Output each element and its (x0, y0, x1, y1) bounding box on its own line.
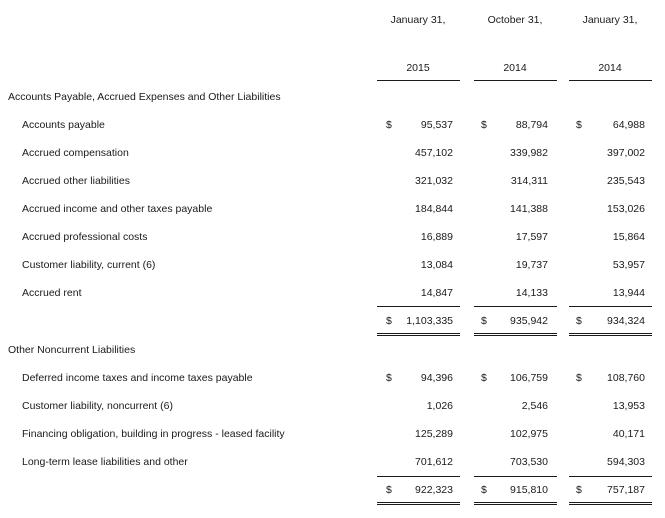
total-cell: 757,187 (607, 484, 645, 496)
section-title: Other Noncurrent Liabilities (8, 344, 136, 356)
value-cell: 184,844 (415, 203, 453, 215)
row-label: Accrued rent (22, 287, 82, 299)
value-cell: 40,171 (612, 428, 645, 440)
header-underline-1 (377, 80, 460, 81)
col-header-3-line2: 2014 (598, 62, 622, 74)
value-cell: 594,303 (607, 456, 645, 468)
row-label: Accrued income and other taxes payable (22, 203, 213, 215)
financial-statement: { "header": { "columns": [ {"line1": "Ja… (0, 0, 665, 518)
header-underline-3 (569, 80, 652, 81)
total-double-rule-2 (474, 502, 557, 505)
total-double-rule-1 (377, 333, 460, 336)
col-header-2-line2: 2014 (503, 62, 527, 74)
total-double-rule-3 (569, 333, 652, 336)
value-cell: 1,026 (426, 400, 453, 412)
subtotal-rule-3 (569, 306, 652, 307)
value-cell: 17,597 (515, 231, 548, 243)
section-title: Accounts Payable, Accrued Expenses and O… (8, 91, 281, 103)
row-label: Deferred income taxes and income taxes p… (22, 372, 253, 384)
row-label: Long-term lease liabilities and other (22, 456, 188, 468)
row-label: Accrued other liabilities (22, 175, 130, 187)
value-cell: 13,084 (420, 259, 453, 271)
total-double-rule-3 (569, 502, 652, 505)
subtotal-rule-2 (474, 306, 557, 307)
row-label: Accrued professional costs (22, 231, 148, 243)
value-cell: 457,102 (415, 147, 453, 159)
value-cell: 701,612 (415, 456, 453, 468)
value-cell: 94,396 (420, 372, 453, 384)
value-cell: 53,957 (612, 259, 645, 271)
total-double-rule-2 (474, 333, 557, 336)
value-cell: 141,388 (510, 203, 548, 215)
header-underline-2 (474, 80, 557, 81)
value-cell: 314,311 (510, 175, 548, 187)
value-cell: 14,847 (420, 287, 453, 299)
value-cell: 14,133 (515, 287, 548, 299)
value-cell: 64,988 (612, 119, 645, 131)
row-label: Customer liability, noncurrent (6) (22, 400, 173, 412)
row-label: Financing obligation, building in progre… (22, 428, 285, 440)
value-cell: 703,530 (510, 456, 548, 468)
value-cell: 13,944 (612, 287, 645, 299)
value-cell: 15,864 (612, 231, 645, 243)
value-cell: 321,032 (415, 175, 453, 187)
value-cell: 235,543 (607, 175, 645, 187)
row-label: Accrued compensation (22, 147, 129, 159)
row-label: Accounts payable (22, 119, 105, 131)
value-cell: 125,289 (415, 428, 453, 440)
value-cell: 102,975 (510, 428, 548, 440)
total-cell: 915,810 (510, 484, 548, 496)
subtotal-rule-1 (377, 476, 460, 477)
col-header-1-line1: January 31, (390, 14, 446, 26)
value-cell: 95,537 (420, 119, 453, 131)
value-cell: 397,002 (607, 147, 645, 159)
value-cell: 16,889 (420, 231, 453, 243)
value-cell: 153,026 (607, 203, 645, 215)
value-cell: 339,982 (510, 147, 548, 159)
total-cell: 922,323 (415, 484, 453, 496)
value-cell: 106,759 (510, 372, 548, 384)
value-cell: 108,760 (607, 372, 645, 384)
value-cell: 13,953 (612, 400, 645, 412)
total-double-rule-1 (377, 502, 460, 505)
col-header-2-line1: October 31, (487, 14, 543, 26)
col-header-1-line2: 2015 (406, 62, 430, 74)
total-cell: 935,942 (510, 315, 548, 327)
total-cell: 934,324 (607, 315, 645, 327)
value-cell: 2,546 (521, 400, 548, 412)
col-header-3-line1: January 31, (582, 14, 638, 26)
subtotal-rule-1 (377, 306, 460, 307)
subtotal-rule-3 (569, 476, 652, 477)
row-label: Customer liability, current (6) (22, 259, 156, 271)
subtotal-rule-2 (474, 476, 557, 477)
value-cell: 88,794 (515, 119, 548, 131)
value-cell: 19,737 (515, 259, 548, 271)
total-cell: 1,103,335 (406, 315, 453, 327)
